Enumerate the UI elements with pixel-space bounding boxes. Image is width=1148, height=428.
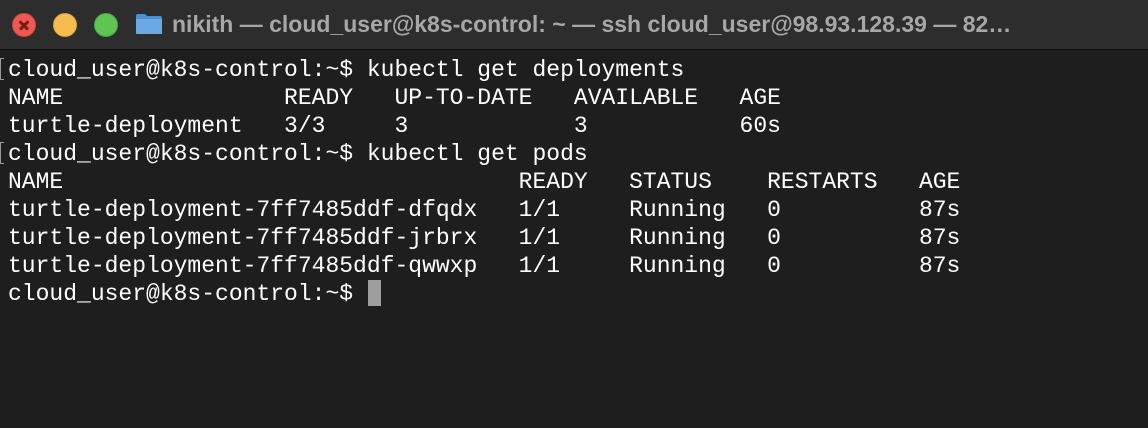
title-bar[interactable]: nikith — cloud_user@k8s-control: ~ — ssh… bbox=[0, 0, 1148, 50]
window-title: nikith — cloud_user@k8s-control: ~ — ssh… bbox=[172, 11, 1012, 37]
terminal-line: NAME READY UP-TO-DATE AVAILABLE AGE bbox=[0, 84, 1148, 112]
minimize-button[interactable] bbox=[53, 13, 77, 37]
table-row: turtle-deployment-7ff7485ddf-dfqdx 1/1 R… bbox=[8, 197, 961, 223]
terminal-line: cloud_user@k8s-control:~$ kubectl get po… bbox=[0, 140, 1148, 168]
terminal-line: turtle-deployment-7ff7485ddf-dfqdx 1/1 R… bbox=[0, 196, 1148, 224]
terminal-output[interactable]: cloud_user@k8s-control:~$ kubectl get de… bbox=[0, 56, 1148, 428]
table-row: turtle-deployment-7ff7485ddf-jrbrx 1/1 R… bbox=[8, 225, 961, 251]
zoom-button[interactable] bbox=[94, 13, 118, 37]
terminal-line: turtle-deployment 3/3 3 3 60s bbox=[0, 112, 1148, 140]
table-header: NAME READY STATUS RESTARTS AGE bbox=[8, 169, 961, 195]
table-row: turtle-deployment-7ff7485ddf-qwwxp 1/1 R… bbox=[8, 253, 961, 279]
folder-icon bbox=[136, 14, 162, 34]
terminal-line: turtle-deployment-7ff7485ddf-qwwxp 1/1 R… bbox=[0, 252, 1148, 280]
terminal-line: cloud_user@k8s-control:~$ bbox=[0, 280, 1148, 308]
command-line: cloud_user@k8s-control:~$ kubectl get po… bbox=[8, 141, 588, 167]
terminal-line: NAME READY STATUS RESTARTS AGE bbox=[0, 168, 1148, 196]
table-row: turtle-deployment 3/3 3 3 60s bbox=[8, 113, 781, 139]
terminal-line: turtle-deployment-7ff7485ddf-jrbrx 1/1 R… bbox=[0, 224, 1148, 252]
mark-bracket bbox=[0, 58, 4, 80]
close-button[interactable] bbox=[12, 13, 36, 37]
terminal-window: nikith — cloud_user@k8s-control: ~ — ssh… bbox=[0, 0, 1148, 428]
prompt: cloud_user@k8s-control:~$ bbox=[8, 281, 367, 307]
command-line: cloud_user@k8s-control:~$ kubectl get de… bbox=[8, 57, 685, 83]
mark-bracket bbox=[0, 142, 4, 164]
terminal-line: cloud_user@k8s-control:~$ kubectl get de… bbox=[0, 56, 1148, 84]
text-cursor bbox=[367, 280, 381, 306]
table-header: NAME READY UP-TO-DATE AVAILABLE AGE bbox=[8, 85, 781, 111]
